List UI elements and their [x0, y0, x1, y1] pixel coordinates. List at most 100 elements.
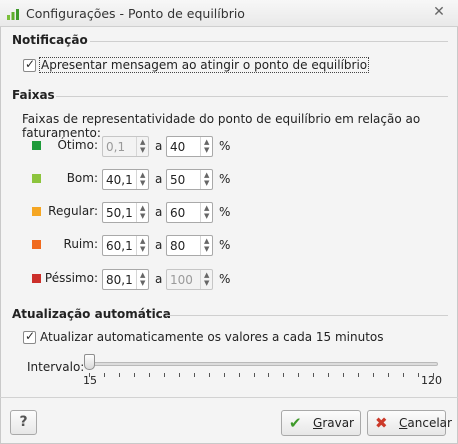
- range-to-input[interactable]: 60 ▲ ▼: [166, 202, 213, 223]
- section-divider: [166, 315, 448, 316]
- save-button-label: Gravar: [313, 416, 354, 430]
- spinner-arrows: ▲ ▼: [136, 137, 148, 156]
- range-to-input[interactable]: 50 ▲ ▼: [166, 169, 213, 190]
- slider-tick: [403, 373, 405, 377]
- help-button[interactable]: ?: [10, 410, 37, 435]
- slider-tick: [358, 373, 360, 377]
- range-from-input-value: 60,1: [106, 239, 133, 253]
- auto-update-checkbox[interactable]: ✓: [23, 329, 36, 344]
- auto-update-label[interactable]: Atualizar automaticamente os valores a c…: [40, 330, 384, 344]
- interval-slider-ticks: [89, 373, 434, 378]
- footer-divider: [0, 397, 458, 398]
- range-separator: a: [155, 238, 163, 252]
- spinner-arrows[interactable]: ▲ ▼: [200, 236, 212, 255]
- spin-down-icon: ▼: [204, 179, 210, 187]
- slider-tick: [313, 373, 315, 377]
- percent-unit: %: [219, 205, 231, 219]
- spin-up-icon: ▲: [140, 271, 146, 279]
- spin-up-icon: ▲: [140, 138, 146, 146]
- ranges-description: Faixas de representatividade do ponto de…: [22, 112, 421, 140]
- range-from-input: 0,1 ▲ ▼: [102, 136, 149, 157]
- spinner-arrows[interactable]: ▲ ▼: [200, 170, 212, 189]
- range-from-input[interactable]: 50,1 ▲ ▼: [102, 202, 149, 223]
- spinner-arrows[interactable]: ▲ ▼: [136, 170, 148, 189]
- range-to-input-value: 60: [170, 206, 186, 220]
- save-button[interactable]: ✔ Gravar: [281, 410, 361, 436]
- slider-tick: [328, 373, 330, 377]
- section-divider: [56, 96, 448, 97]
- cross-icon: ✖: [375, 414, 388, 432]
- spin-down-icon: ▼: [140, 212, 146, 220]
- interval-min-label: 15: [83, 374, 97, 387]
- checkmark-icon: ✔: [289, 414, 302, 432]
- section-divider: [90, 41, 448, 42]
- range-to-input-value: 100: [170, 273, 193, 287]
- range-to-input[interactable]: 40 ▲ ▼: [166, 136, 213, 157]
- range-from-input[interactable]: 80,1 ▲ ▼: [102, 269, 149, 290]
- spin-up-icon: ▲: [204, 271, 210, 279]
- slider-tick: [418, 373, 420, 377]
- auto-update-heading: Atualização automática: [12, 307, 171, 321]
- ranges-heading: Faixas: [12, 88, 55, 102]
- cancel-button[interactable]: ✖ Cancelar: [367, 410, 452, 436]
- show-message-checkbox[interactable]: ✓: [23, 57, 36, 72]
- notification-heading: Notificação: [12, 33, 88, 47]
- show-message-label[interactable]: Apresentar mensagem ao atingir o ponto d…: [38, 57, 370, 73]
- range-separator: a: [155, 272, 163, 286]
- interval-max-label: 120: [421, 374, 442, 387]
- cancel-button-label: Cancelar: [399, 416, 452, 430]
- range-from-input[interactable]: 60,1 ▲ ▼: [102, 235, 149, 256]
- range-to-input[interactable]: 80 ▲ ▼: [166, 235, 213, 256]
- range-to-input-value: 50: [170, 173, 186, 187]
- spinner-arrows[interactable]: ▲ ▼: [136, 236, 148, 255]
- close-icon[interactable]: ✕: [430, 3, 448, 21]
- slider-tick: [163, 373, 165, 377]
- slider-tick: [103, 373, 105, 377]
- range-separator: a: [155, 205, 163, 219]
- spinner-arrows[interactable]: ▲ ▼: [136, 270, 148, 289]
- spin-up-icon: ▲: [140, 171, 146, 179]
- slider-tick: [148, 373, 150, 377]
- range-label: Regular:: [48, 204, 98, 218]
- check-icon: ✓: [25, 329, 36, 343]
- spin-up-icon: ▲: [204, 138, 210, 146]
- slider-tick: [208, 373, 210, 377]
- slider-tick: [118, 373, 120, 377]
- spinner-arrows[interactable]: ▲ ▼: [200, 137, 212, 156]
- slider-tick: [133, 373, 135, 377]
- slider-tick: [298, 373, 300, 377]
- title-bar: Configurações - Ponto de equilíbrio ✕: [0, 0, 458, 27]
- window-title: Configurações - Ponto de equilíbrio: [26, 6, 245, 21]
- range-from-input-value: 40,1: [106, 173, 133, 187]
- interval-label: Intervalo:: [27, 360, 85, 374]
- spin-up-icon: ▲: [204, 237, 210, 245]
- percent-unit: %: [219, 172, 231, 186]
- range-label: Bom:: [66, 171, 98, 185]
- range-label: Péssimo:: [44, 271, 98, 285]
- spin-up-icon: ▲: [140, 204, 146, 212]
- interval-slider-track[interactable]: [86, 362, 438, 366]
- spin-down-icon: ▼: [204, 212, 210, 220]
- range-from-input-value: 0,1: [106, 140, 126, 154]
- slider-tick: [373, 373, 375, 377]
- range-separator: a: [155, 172, 163, 186]
- range-from-input[interactable]: 40,1 ▲ ▼: [102, 169, 149, 190]
- spin-down-icon: ▼: [140, 179, 146, 187]
- slider-tick: [283, 373, 285, 377]
- slider-tick: [268, 373, 270, 377]
- percent-unit: %: [219, 238, 231, 252]
- range-to-input: 100 ▲ ▼: [166, 269, 213, 290]
- spinner-arrows[interactable]: ▲ ▼: [200, 203, 212, 222]
- slider-tick: [343, 373, 345, 377]
- range-to-input-value: 80: [170, 239, 186, 253]
- range-separator: a: [155, 139, 163, 153]
- spin-down-icon: ▼: [140, 245, 146, 253]
- interval-slider-thumb[interactable]: [84, 354, 95, 370]
- percent-unit: %: [219, 272, 231, 286]
- spinner-arrows: ▲ ▼: [200, 270, 212, 289]
- spinner-arrows[interactable]: ▲ ▼: [136, 203, 148, 222]
- slider-tick: [253, 373, 255, 377]
- spin-down-icon: ▼: [140, 279, 146, 287]
- slider-tick: [193, 373, 195, 377]
- check-icon: ✓: [25, 57, 36, 71]
